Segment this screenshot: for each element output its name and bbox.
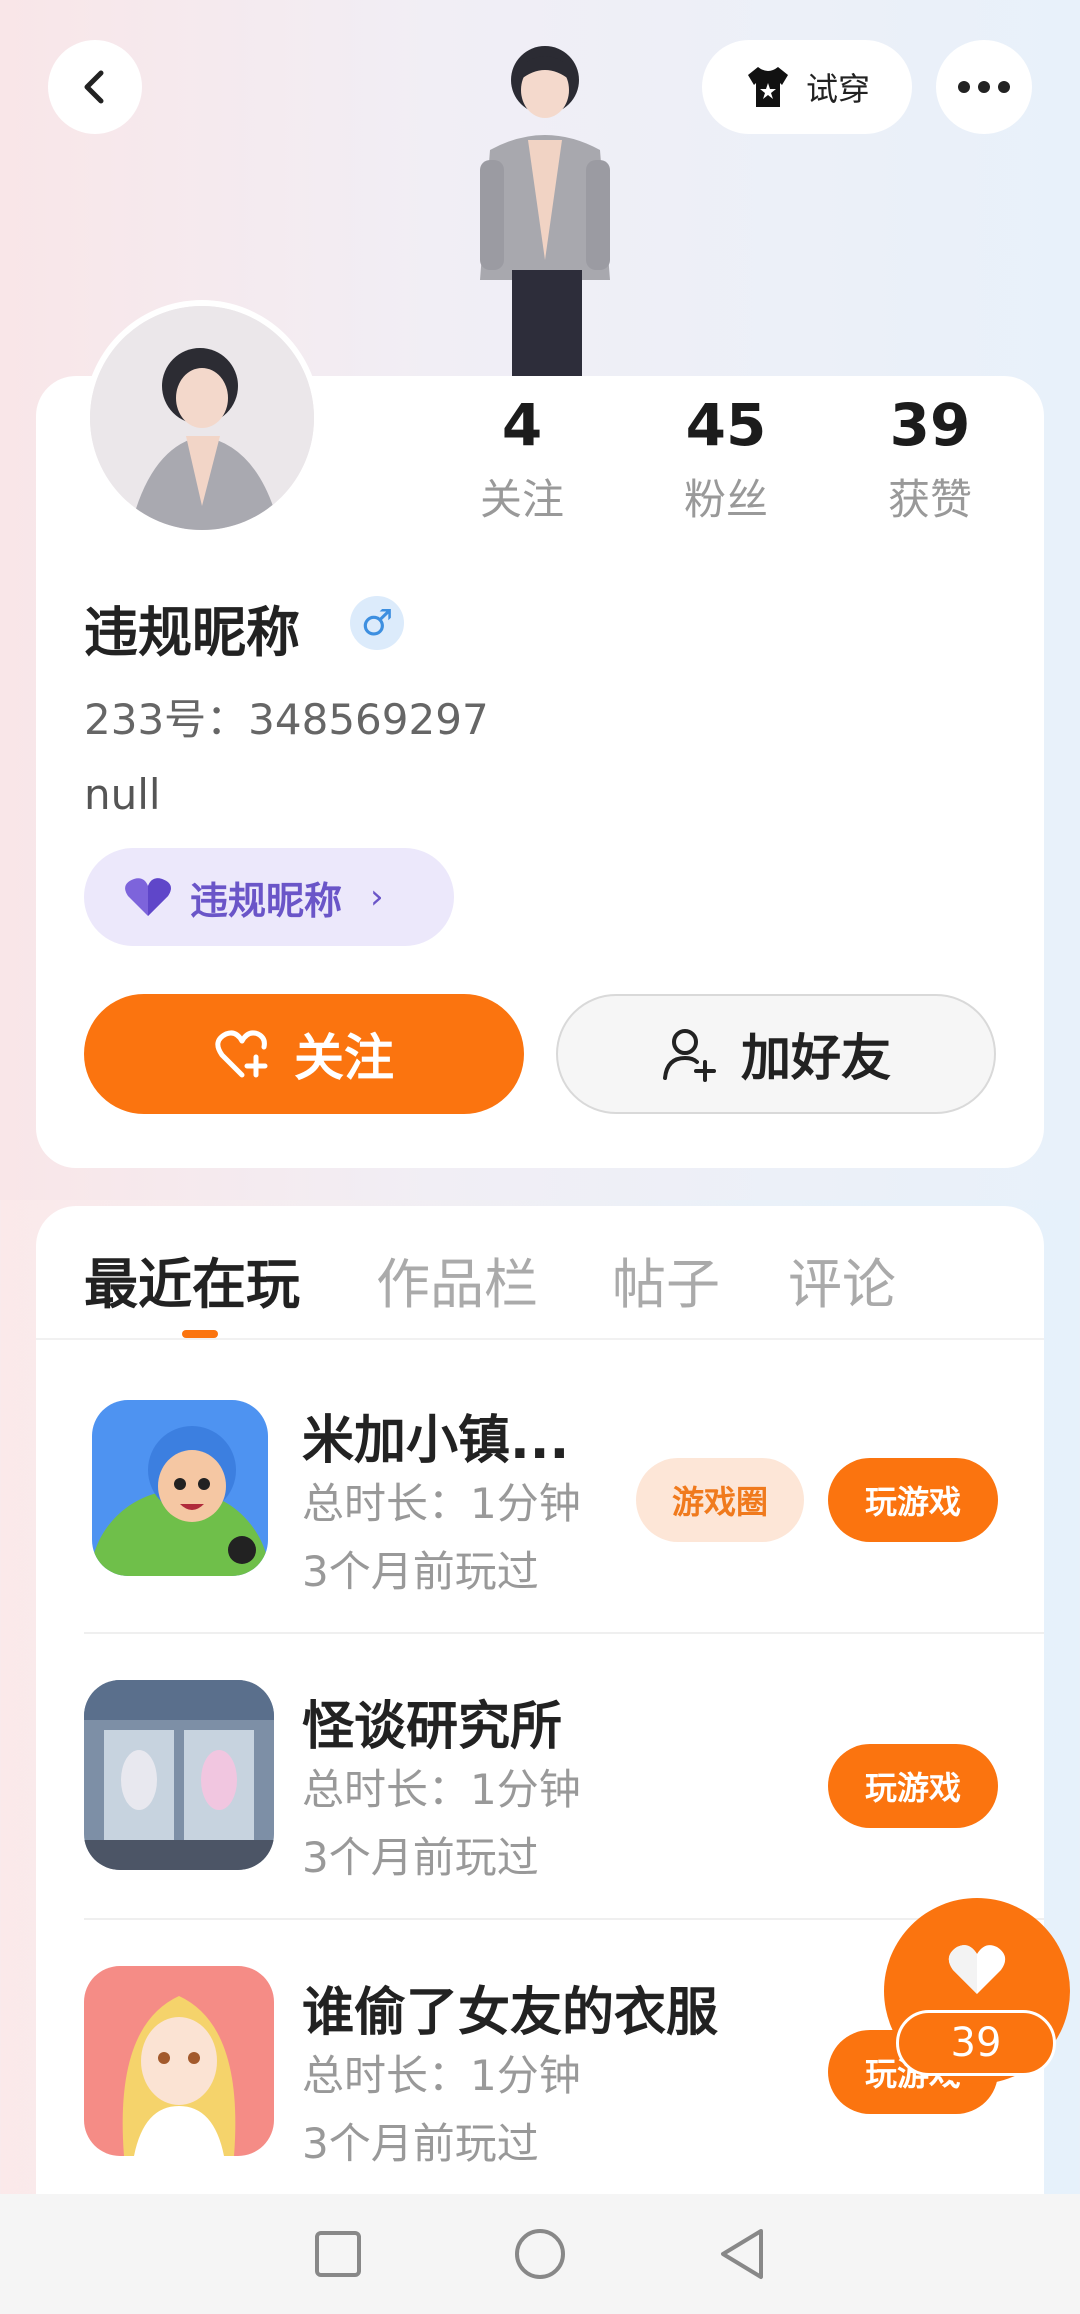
game-playtime: 总时长：1分钟 (302, 1479, 581, 1528)
try-on-button[interactable]: 试穿 (702, 40, 912, 134)
back-arrow-icon (84, 70, 104, 104)
game-row[interactable]: 怪谈研究所 总时长：1分钟 3个月前玩过 玩游戏 (36, 1634, 1044, 1920)
game-last-played: 3个月前玩过 (302, 1833, 539, 1882)
add-user-icon (663, 1029, 716, 1082)
recent-apps-icon[interactable] (313, 2229, 363, 2279)
follow-button[interactable]: 关注 (84, 994, 524, 1114)
game-last-played: 3个月前玩过 (302, 2119, 539, 2168)
purple-heart-icon (125, 878, 171, 916)
relationship-tag[interactable]: 违规昵称 › (84, 848, 454, 946)
stat-likes-label: 获赞 (887, 475, 972, 524)
avatar[interactable] (84, 300, 320, 536)
follow-label: 关注 (294, 1029, 394, 1087)
avatar-figure (480, 46, 610, 380)
male-gender-icon: ♂ (350, 596, 404, 650)
game-icon-girlfriend-clothes (84, 1966, 274, 2156)
stat-following-value: 4 (501, 391, 543, 459)
game-title: 谁偷了女友的衣服 (302, 1983, 719, 2043)
stat-likes-value: 39 (889, 391, 971, 459)
chevron-right-icon: › (370, 877, 384, 917)
relationship-tag-label: 违规昵称 (190, 878, 343, 923)
stat-fans-value: 45 (685, 391, 767, 459)
tab-indicator (182, 1330, 218, 1338)
add-friend-label: 加好友 (741, 1029, 891, 1087)
tab-posts[interactable]: 帖子 (612, 1240, 720, 1319)
play-game-label: 玩游戏 (864, 1483, 961, 1521)
play-game-button[interactable]: 玩游戏 (828, 1744, 998, 1828)
game-circle-label: 游戏圈 (671, 1483, 768, 1521)
game-playtime: 总时长：1分钟 (302, 1765, 581, 1814)
heart-icon (948, 1945, 1006, 1994)
avatar-image (90, 306, 314, 530)
stat-fans[interactable]: 45 粉丝 (636, 390, 816, 527)
back-triangle-icon[interactable] (717, 2227, 767, 2281)
stat-following-label: 关注 (479, 475, 564, 524)
add-friend-button[interactable]: 加好友 (556, 994, 996, 1114)
game-row[interactable]: 米加小镇... 总时长：1分钟 3个月前玩过 游戏圈 玩游戏 (36, 1348, 1044, 1634)
try-on-label: 试穿 (805, 70, 870, 108)
game-icon-miga-town (92, 1400, 268, 1576)
back-button[interactable] (48, 40, 142, 134)
bio: null (84, 770, 161, 819)
heart-plus-icon (215, 1030, 268, 1078)
tab-divider (36, 1338, 1044, 1340)
tshirt-icon (747, 67, 788, 107)
tab-comments[interactable]: 评论 (788, 1240, 896, 1319)
tab-works[interactable]: 作品栏 (376, 1240, 538, 1319)
game-last-played: 3个月前玩过 (302, 1547, 539, 1596)
game-circle-button[interactable]: 游戏圈 (636, 1458, 804, 1542)
user-id[interactable]: 233号：348569297 (84, 686, 489, 747)
play-game-label: 玩游戏 (864, 1769, 961, 1807)
home-icon[interactable] (513, 2227, 567, 2281)
stat-likes[interactable]: 39 获赞 (840, 390, 1020, 527)
stat-fans-label: 粉丝 (683, 475, 768, 524)
game-title: 米加小镇... (302, 1411, 570, 1471)
system-navigation-bar (0, 2194, 1080, 2314)
game-title: 怪谈研究所 (302, 1697, 563, 1757)
game-icon-horror-lab (84, 1680, 274, 1870)
more-button[interactable] (936, 40, 1032, 134)
nickname: 违规昵称 (84, 601, 300, 664)
play-game-button[interactable]: 玩游戏 (828, 1458, 998, 1542)
like-count-badge: 39 (896, 2010, 1056, 2076)
stat-following[interactable]: 4 关注 (432, 390, 612, 527)
tab-recently-played[interactable]: 最近在玩 (84, 1240, 300, 1319)
game-playtime: 总时长：1分钟 (302, 2051, 581, 2100)
more-dots-icon (958, 81, 1010, 93)
